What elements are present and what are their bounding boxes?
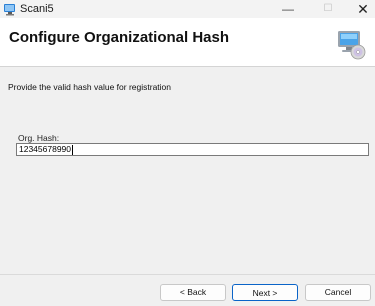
page-title: Configure Organizational Hash <box>9 29 230 46</box>
cancel-button[interactable]: Cancel <box>305 284 371 301</box>
minimize-button[interactable]: — <box>268 0 308 18</box>
computer-cd-icon <box>335 28 367 60</box>
title-bar: Scani5 — ☐ ✕ <box>0 0 375 18</box>
back-button[interactable]: < Back <box>160 284 226 301</box>
next-button[interactable]: Next > <box>232 284 298 301</box>
org-hash-label: Org. Hash: <box>18 133 60 143</box>
org-hash-input[interactable]: 12345678990 <box>16 143 369 156</box>
window-title: Scani5 <box>20 3 54 15</box>
org-hash-value: 12345678990 <box>19 144 72 154</box>
description-text: Provide the valid hash value for registr… <box>8 82 172 92</box>
maximize-button[interactable]: ☐ <box>308 0 348 18</box>
text-caret <box>72 144 74 155</box>
close-button[interactable]: ✕ <box>343 0 375 18</box>
app-icon <box>3 2 17 16</box>
wizard-header: Configure Organizational Hash <box>0 18 375 67</box>
footer-divider <box>0 274 375 275</box>
